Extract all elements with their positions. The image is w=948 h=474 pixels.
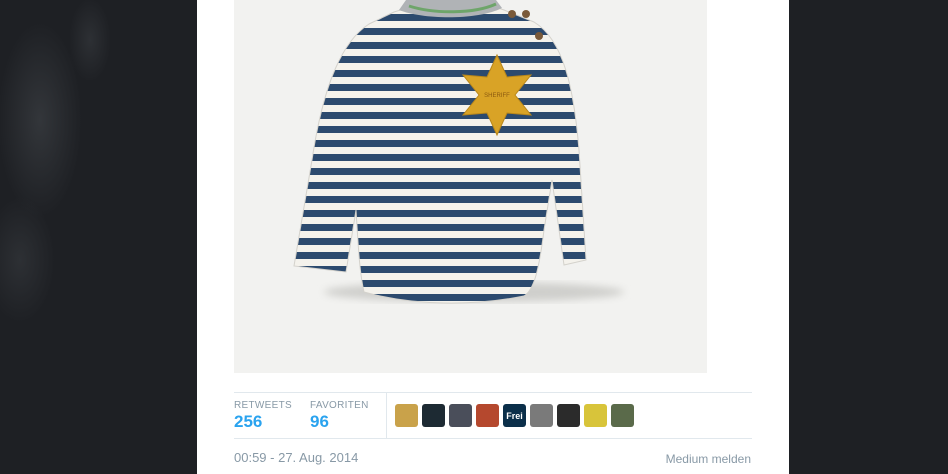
tweet-media-photo[interactable]: SHERIFF xyxy=(234,0,707,373)
retweets-stat[interactable]: RETWEETS 256 xyxy=(234,400,292,432)
tweet-timestamp[interactable]: 00:59 - 27. Aug. 2014 xyxy=(234,450,358,465)
favoriter-avatar[interactable] xyxy=(476,404,499,427)
striped-shirt-image: SHERIFF xyxy=(234,0,707,373)
favoriter-avatar[interactable] xyxy=(449,404,472,427)
tweet-stats: RETWEETS 256 FAVORITEN 96 Frei xyxy=(234,392,752,439)
tweet-card: SHERIFF RETWEETS 256 FAVORITEN 96 Frei 0… xyxy=(197,0,789,474)
stats-divider xyxy=(386,393,387,438)
favoriter-avatar[interactable]: Frei xyxy=(503,404,526,427)
favoriter-avatar[interactable] xyxy=(557,404,580,427)
favoriter-avatar[interactable] xyxy=(584,404,607,427)
background-right xyxy=(789,0,948,474)
favorites-label: FAVORITEN xyxy=(310,400,369,411)
favoriters-avatars: Frei xyxy=(395,404,634,428)
background-texture xyxy=(0,0,197,474)
favoriter-avatar[interactable] xyxy=(530,404,553,427)
favorites-count: 96 xyxy=(310,412,329,431)
favoriter-avatar[interactable] xyxy=(422,404,445,427)
retweets-label: RETWEETS xyxy=(234,400,292,411)
report-media-link[interactable]: Medium melden xyxy=(666,452,751,466)
svg-text:SHERIFF: SHERIFF xyxy=(484,93,510,99)
favoriter-avatar[interactable] xyxy=(611,404,634,427)
retweets-count: 256 xyxy=(234,412,263,431)
favoriter-avatar[interactable] xyxy=(395,404,418,427)
favorites-stat[interactable]: FAVORITEN 96 xyxy=(310,400,369,432)
